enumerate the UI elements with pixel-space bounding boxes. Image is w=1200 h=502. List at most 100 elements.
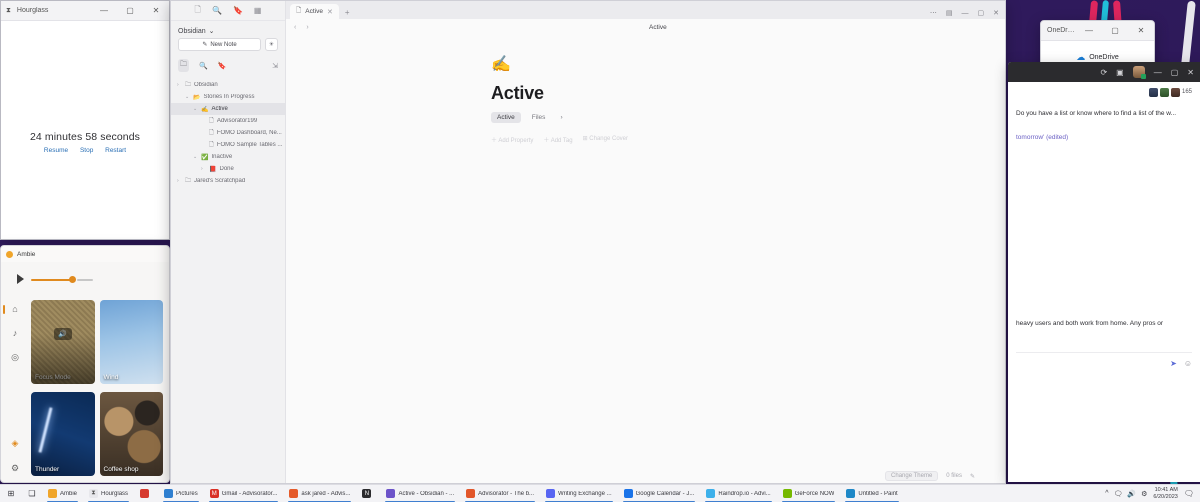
- chevron-right-icon[interactable]: ›: [177, 82, 182, 88]
- sidebar-tool-icons[interactable]: 🗀 🔍 🔖 ⇲: [171, 56, 285, 77]
- chevron-up-icon[interactable]: ^: [1105, 490, 1108, 498]
- gear-icon[interactable]: ⚙: [11, 463, 19, 474]
- chevron-down-icon[interactable]: ⌄: [193, 154, 198, 160]
- vault-switcher[interactable]: Obsidian ⌄: [171, 21, 285, 38]
- close-icon[interactable]: ✕: [143, 1, 169, 20]
- chevron-right-icon[interactable]: ›: [177, 178, 182, 184]
- view-tab-files[interactable]: Files: [528, 112, 550, 123]
- obsidian-navbar[interactable]: ‹ › Active: [286, 19, 1005, 35]
- theme-toggle-button[interactable]: ☀: [265, 38, 278, 51]
- close-icon[interactable]: ✕: [1128, 21, 1154, 40]
- send-icon[interactable]: ➤: [1170, 358, 1177, 370]
- view-tab-more[interactable]: ›: [556, 112, 566, 123]
- chevron-down-icon[interactable]: ⌄: [185, 94, 190, 100]
- stop-button[interactable]: Stop: [80, 147, 93, 154]
- minimize-icon[interactable]: —: [1076, 21, 1102, 40]
- task-view-button[interactable]: ❏: [22, 489, 42, 498]
- ambie-titlebar[interactable]: Ambie: [1, 246, 169, 262]
- play-button[interactable]: [17, 274, 24, 284]
- bookmarks-icon[interactable]: 🔖: [218, 62, 227, 70]
- emoji-icon[interactable]: ☺: [1184, 358, 1192, 370]
- maximize-icon[interactable]: ▢: [1102, 21, 1128, 40]
- volume-icon[interactable]: 🔊: [1127, 490, 1136, 498]
- taskbar-item-geforce-now[interactable]: GeForce NOW: [777, 485, 841, 502]
- taskbar-item-advisorator[interactable]: Advisorator - The b...: [460, 485, 540, 502]
- tree-item-obsidian[interactable]: › 🗀 Obsidian: [171, 79, 285, 91]
- history-icon[interactable]: ⟳: [1100, 68, 1107, 77]
- taskbar-item-writing-exchange[interactable]: Writing Exchange ...: [540, 485, 618, 502]
- chat-icon[interactable]: 🗨: [1113, 490, 1122, 498]
- tray-icons[interactable]: ^ 🗨 🔊 ⚙: [1105, 490, 1147, 498]
- restart-button[interactable]: Restart: [105, 147, 126, 154]
- back-button[interactable]: ‹: [294, 24, 296, 31]
- tree-item-jareds-scratchpad[interactable]: › 🗀 Jared's Scratchpad: [171, 175, 285, 187]
- obsidian-tabstrip[interactable]: 🗋 Active ✕ + ⋯ ▤ — ▢ ✕: [286, 1, 1005, 19]
- new-note-row[interactable]: ✎ New Note ☀: [171, 38, 285, 56]
- add-property-button[interactable]: ＋ Add Property: [491, 135, 533, 144]
- hourglass-titlebar[interactable]: ⧗ Hourglass — ▢ ✕: [1, 1, 169, 21]
- obsidian-window-buttons[interactable]: ⋯ ▤ — ▢ ✕: [355, 9, 1005, 19]
- chevron-down-icon[interactable]: ⌄: [209, 27, 215, 35]
- new-note-button[interactable]: ✎ New Note: [178, 38, 261, 51]
- member-avatars[interactable]: 165: [1016, 88, 1192, 97]
- ambie-rail-bottom[interactable]: ◈ ⚙: [11, 438, 19, 474]
- compass-icon[interactable]: ◎: [11, 352, 19, 363]
- volume-slider[interactable]: [31, 275, 93, 283]
- clock[interactable]: 10:41 AM 6/20/2023: [1153, 487, 1177, 501]
- minimize-icon[interactable]: —: [1154, 68, 1162, 77]
- panel-icon[interactable]: ▣: [1116, 68, 1124, 77]
- obsidian-status-bar[interactable]: Change Theme 0 files ✎: [286, 469, 1005, 483]
- taskbar-item-pictures[interactable]: Pictures: [158, 485, 204, 502]
- taskbar-item-ambie[interactable]: Ambie: [42, 485, 83, 502]
- avatar[interactable]: [1132, 66, 1146, 79]
- onedrive-titlebar[interactable]: OneDrive — ▢ ✕: [1041, 21, 1154, 41]
- taskbar-item-raindrop[interactable]: Raindrop.io - Advi...: [700, 485, 776, 502]
- sound-grid[interactable]: 🔊 Focus Mode Wind Thunder Coffee shop: [29, 296, 169, 482]
- bookmark-icon[interactable]: 🔖: [233, 6, 243, 15]
- start-button[interactable]: ⊞: [0, 489, 22, 498]
- tab-extra-icon[interactable]: ⋯: [930, 9, 937, 17]
- file-tree[interactable]: › 🗀 Obsidian ⌄ 📂 Stories In Progress ⌄ ✍…: [171, 77, 285, 189]
- system-tray[interactable]: ^ 🗨 🔊 ⚙ 10:41 AM 6/20/2023 🗨: [1105, 487, 1200, 501]
- files-icon[interactable]: 🗀: [178, 59, 189, 72]
- edit-icon[interactable]: ✎: [970, 473, 975, 480]
- change-theme-button[interactable]: Change Theme: [885, 471, 939, 481]
- volume-knob[interactable]: [69, 275, 76, 283]
- panel-icon[interactable]: ▤: [946, 9, 953, 17]
- resume-button[interactable]: Resume: [44, 147, 68, 154]
- close-icon[interactable]: ✕: [1187, 68, 1194, 77]
- hourglass-window[interactable]: ⧗ Hourglass — ▢ ✕ 24 minutes 58 seconds …: [0, 0, 170, 240]
- minimize-icon[interactable]: —: [91, 1, 117, 20]
- taskbar[interactable]: ⊞ ❏ Ambie ⧗ Hourglass Pictures M Gmail -…: [0, 484, 1200, 502]
- close-icon[interactable]: ✕: [993, 9, 999, 17]
- chevron-down-icon[interactable]: ⌄: [193, 106, 198, 112]
- collapse-icon[interactable]: ⇲: [272, 62, 278, 70]
- add-tag-button[interactable]: ＋ Add Tag: [543, 135, 572, 144]
- pin-icon[interactable]: ◈: [12, 438, 19, 449]
- ambie-window[interactable]: Ambie ⌂ ♪ ◎ ◈ ⚙ 🔊 Focus Mode Wind Thunde…: [0, 245, 170, 483]
- taskbar-item-obsidian[interactable]: Active - Obsidian - ...: [380, 485, 460, 502]
- tree-item-done[interactable]: › 📕 Done: [171, 163, 285, 175]
- settings-icon[interactable]: ⚙: [1141, 490, 1147, 498]
- taskbar-item-ask-jared[interactable]: ask jared - Advis...: [283, 485, 356, 502]
- minimize-icon[interactable]: —: [962, 10, 969, 17]
- grid-icon[interactable]: ▦: [254, 6, 262, 15]
- notification-icon[interactable]: 🗨: [1184, 489, 1194, 498]
- search-icon[interactable]: 🔍: [212, 6, 222, 15]
- tree-item-fomo-sample-tables[interactable]: 🗋 FOMO Sample Tables ...: [171, 139, 285, 151]
- tab-active[interactable]: 🗋 Active ✕: [290, 4, 339, 19]
- obsidian-document[interactable]: ✍️ Active Active Files › ＋ Add Property …: [286, 35, 1005, 469]
- taskbar-item-hourglass[interactable]: ⧗ Hourglass: [83, 485, 134, 502]
- view-tab-active[interactable]: Active: [491, 112, 521, 123]
- tree-item-fomo-dashboard[interactable]: 🗋 FOMO Dashboard, Ne...: [171, 127, 285, 139]
- chevron-right-icon[interactable]: ›: [201, 166, 206, 172]
- forward-button[interactable]: ›: [306, 24, 308, 31]
- chat-window[interactable]: ⟳ ▣ — ▢ ✕ 165 Do you have a list or know…: [1008, 62, 1200, 482]
- music-note-icon[interactable]: ♪: [13, 328, 18, 338]
- new-note-icon[interactable]: 🗋: [195, 4, 201, 18]
- home-icon[interactable]: ⌂: [12, 304, 17, 314]
- change-cover-button[interactable]: ⊞ Change Cover: [583, 135, 628, 144]
- obsidian-window[interactable]: 🗋 🔍 🔖 ▦ Obsidian ⌄ ✎ New Note ☀ 🗀 🔍 🔖 ⇲ …: [170, 0, 1006, 484]
- tree-item-inactive[interactable]: ⌄ ✅ Inactive: [171, 151, 285, 163]
- close-icon[interactable]: ✕: [327, 8, 333, 16]
